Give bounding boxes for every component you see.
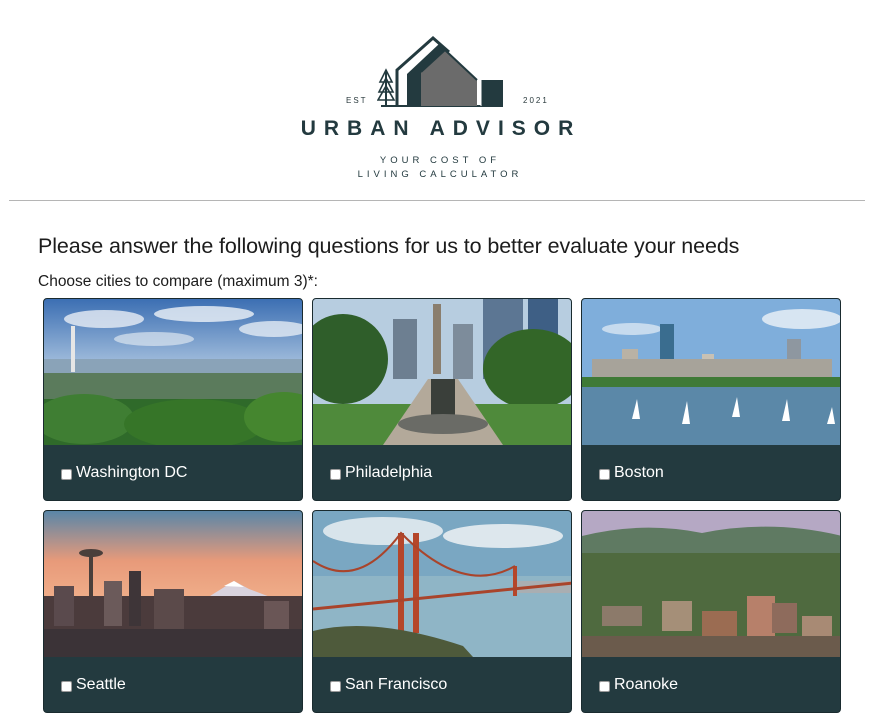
house-logo-icon [377,36,503,107]
city-card-roanoke[interactable]: Roanoke [581,510,841,713]
city-name: Washington DC [76,464,188,481]
city-label-row: Boston [582,445,840,500]
philadelphia-photo [313,299,571,445]
city-card-washington-dc[interactable]: Washington DC [43,298,303,501]
tagline-line-1: YOUR COST OF [379,155,501,166]
city-card-boston[interactable]: Boston [581,298,841,501]
city-label-row: Seattle [44,657,302,712]
city-label-row: Philadelphia [313,445,571,500]
city-name: Seattle [76,676,126,693]
city-checkbox-boston[interactable] [599,469,610,480]
city-card-philadelphia[interactable]: Philadelphia [312,298,572,501]
san-francisco-photo [313,511,571,657]
established-year: 2021 [523,96,549,105]
city-label-row: Roanoke [582,657,840,712]
city-checkbox-san-francisco[interactable] [330,681,341,692]
page-title: Please answer the following questions fo… [38,234,740,258]
boston-photo [582,299,840,445]
site-header: EST 2021 URBAN ADVISOR YOUR COST OF LIVI… [0,0,874,200]
header-divider [9,200,865,201]
tagline-line-2: LIVING CALCULATOR [357,169,523,180]
washington-dc-photo [44,299,302,445]
city-card-san-francisco[interactable]: San Francisco [312,510,572,713]
seattle-photo [44,511,302,657]
cities-prompt: Choose cities to compare (maximum 3)*: [38,273,318,290]
city-label-row: San Francisco [313,657,571,712]
city-name: San Francisco [345,676,448,693]
established-label: EST [346,96,368,105]
city-checkbox-seattle[interactable] [61,681,72,692]
city-name: Roanoke [614,676,679,693]
roanoke-photo [582,511,840,657]
city-name: Philadelphia [345,464,433,481]
city-label-row: Washington DC [44,445,302,500]
city-checkbox-philadelphia[interactable] [330,469,341,480]
city-checkbox-washington-dc[interactable] [61,469,72,480]
brand-name: URBAN ADVISOR [300,117,582,140]
city-checkbox-roanoke[interactable] [599,681,610,692]
city-card-seattle[interactable]: Seattle [43,510,303,713]
city-name: Boston [614,464,664,481]
